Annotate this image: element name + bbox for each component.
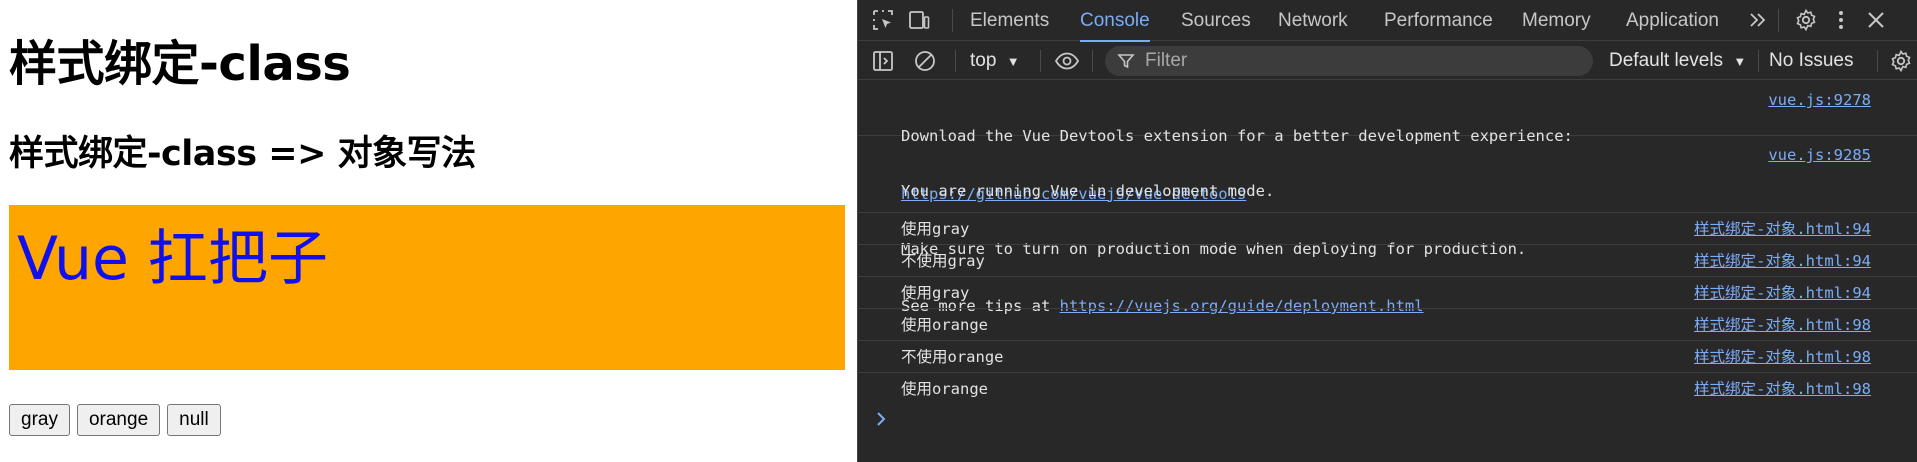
console-message: 使用orange 样式绑定-对象.html:98 (858, 373, 1917, 405)
tab-sources[interactable]: Sources (1181, 0, 1251, 41)
clear-console-icon[interactable] (912, 48, 938, 74)
filter-placeholder: Filter (1145, 50, 1188, 71)
context-selector-value: top (970, 50, 997, 71)
console-toolbar: top ▼ Filter Default levels ▼ No Issues (858, 42, 1917, 80)
source-link[interactable]: 样式绑定-对象.html:98 (1694, 347, 1871, 367)
source-link[interactable]: vue.js:9285 (1768, 145, 1871, 165)
tab-separator (952, 9, 953, 32)
page-subtitle: 样式绑定-class => 对象写法 (9, 134, 476, 174)
tab-separator (1778, 9, 1779, 32)
console-message: Download the Vue Devtools extension for … (858, 81, 1917, 203)
more-options-icon[interactable] (1828, 7, 1854, 33)
gray-button[interactable]: gray (9, 404, 70, 436)
context-selector[interactable]: top ▼ (970, 42, 1020, 80)
source-link[interactable]: vue.js:9278 (1768, 90, 1871, 110)
source-link[interactable]: 样式绑定-对象.html:98 (1694, 379, 1871, 399)
inspect-element-icon[interactable] (870, 7, 896, 33)
source-link[interactable]: 样式绑定-对象.html:94 (1694, 219, 1871, 239)
rendered-page: 样式绑定-class 样式绑定-class => 对象写法 Vue 扛把子 gr… (0, 0, 857, 462)
issues-counter[interactable]: No Issues (1769, 42, 1853, 80)
toolbar-separator (1092, 50, 1093, 72)
null-button[interactable]: null (167, 404, 221, 436)
tab-network[interactable]: Network (1278, 0, 1348, 41)
button-row: gray orange null (9, 404, 221, 436)
close-icon[interactable] (1863, 7, 1889, 33)
tab-performance[interactable]: Performance (1384, 0, 1493, 41)
console-message: You are running Vue in development mode.… (858, 136, 1917, 315)
device-toolbar-icon[interactable] (906, 7, 932, 33)
toolbar-separator (1877, 50, 1878, 72)
page-title: 样式绑定-class (9, 36, 351, 92)
console-settings-icon[interactable] (1888, 48, 1914, 74)
more-tabs-icon[interactable] (1745, 7, 1771, 33)
sidebar-toggle-icon[interactable] (870, 48, 896, 74)
source-link[interactable]: 样式绑定-对象.html:98 (1694, 315, 1871, 335)
console-message: 不使用orange 样式绑定-对象.html:98 (858, 341, 1917, 373)
devtools-tabbar: Elements Console Sources Network Perform… (858, 0, 1917, 42)
eye-icon[interactable] (1054, 48, 1080, 74)
tab-console[interactable]: Console (1080, 0, 1150, 42)
tab-application[interactable]: Application (1626, 0, 1719, 41)
log-levels-dropdown[interactable]: Default levels ▼ (1609, 42, 1746, 80)
tab-elements[interactable]: Elements (970, 0, 1049, 41)
chevron-down-icon: ▼ (1006, 54, 1020, 69)
chevron-down-icon: ▼ (1733, 54, 1747, 69)
tab-console-label: Console (1080, 10, 1150, 31)
console-message: 使用orange 样式绑定-对象.html:98 (858, 309, 1917, 341)
console-message-line: You are running Vue in development mode. (901, 182, 1275, 200)
console-message: 使用gray 样式绑定-对象.html:94 (858, 213, 1917, 245)
tab-memory[interactable]: Memory (1522, 0, 1591, 41)
devtools-panel: Elements Console Sources Network Perform… (857, 0, 1917, 462)
console-message: 使用gray 样式绑定-对象.html:94 (858, 277, 1917, 309)
toolbar-separator (1758, 50, 1759, 72)
filter-input[interactable]: Filter (1105, 46, 1593, 76)
toolbar-separator (1040, 50, 1041, 72)
styled-demo-box: Vue 扛把子 (9, 205, 845, 370)
console-messages: Download the Vue Devtools extension for … (858, 81, 1917, 405)
filter-icon (1115, 50, 1137, 72)
settings-icon[interactable] (1793, 7, 1819, 33)
orange-button[interactable]: orange (76, 404, 161, 436)
toolbar-separator (955, 50, 956, 72)
source-link[interactable]: 样式绑定-对象.html:94 (1694, 283, 1871, 303)
console-prompt-icon[interactable] (875, 410, 889, 434)
console-message: 不使用gray 样式绑定-对象.html:94 (858, 245, 1917, 277)
source-link[interactable]: 样式绑定-对象.html:94 (1694, 251, 1871, 271)
demo-text: Vue 扛把子 (17, 224, 328, 294)
log-levels-value: Default levels (1609, 50, 1724, 71)
